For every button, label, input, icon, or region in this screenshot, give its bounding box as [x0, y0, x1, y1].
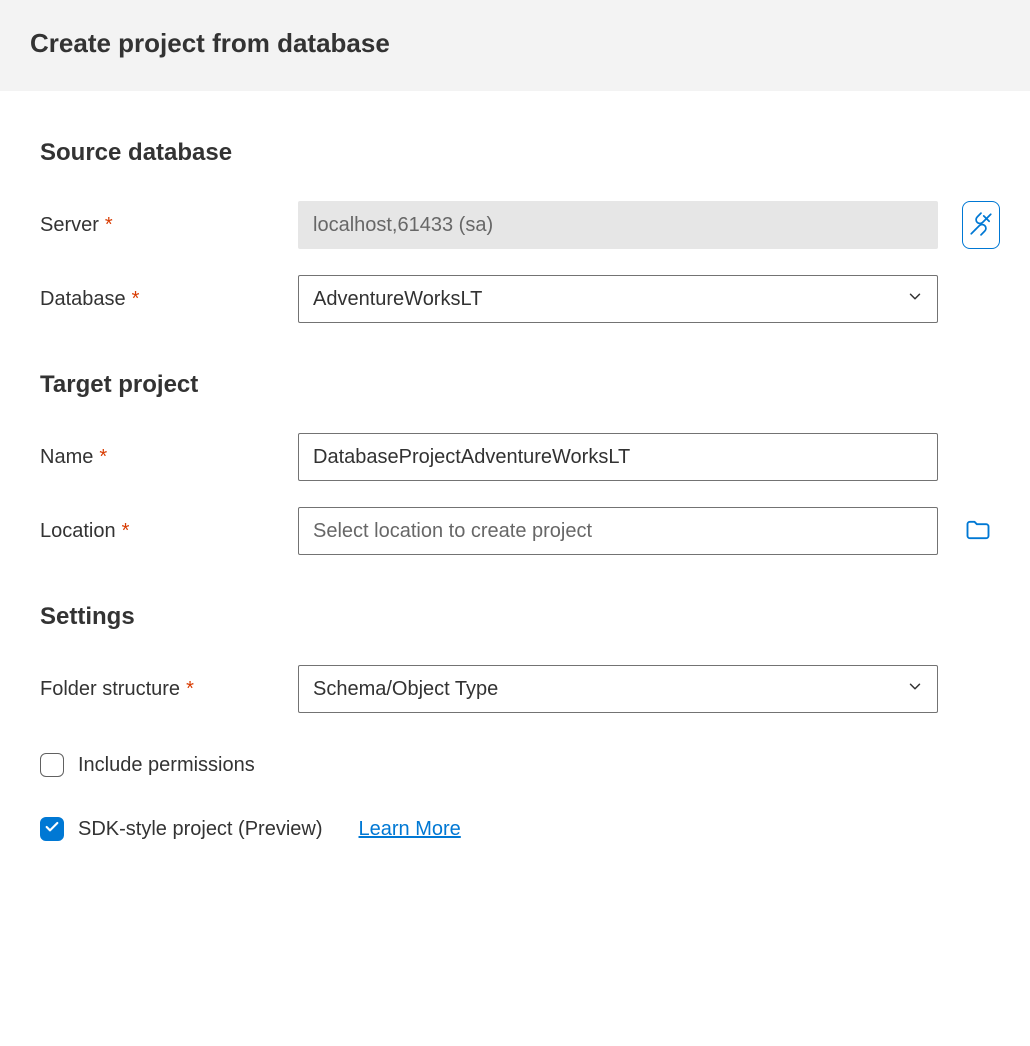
- sdk-style-checkbox[interactable]: [40, 817, 64, 841]
- label-name: Name*: [40, 446, 288, 469]
- database-select[interactable]: AdventureWorksLT: [298, 275, 938, 323]
- browse-location-button[interactable]: [956, 507, 1000, 555]
- dialog-title: Create project from database: [30, 28, 1000, 59]
- label-folder-structure: Folder structure*: [40, 678, 288, 701]
- section-title-source: Source database: [40, 139, 1000, 167]
- label-location: Location*: [40, 520, 288, 543]
- location-input[interactable]: [298, 507, 938, 555]
- section-title-settings: Settings: [40, 603, 1000, 631]
- field-location: [298, 507, 938, 555]
- check-icon: [44, 819, 60, 840]
- required-marker: *: [132, 288, 140, 310]
- include-permissions-label: Include permissions: [78, 754, 255, 777]
- folder-icon: [964, 516, 992, 547]
- row-include-permissions: Include permissions: [40, 753, 1000, 777]
- required-marker: *: [122, 520, 130, 542]
- label-server: Server*: [40, 214, 288, 237]
- field-name: [298, 433, 938, 481]
- row-sdk-style: SDK-style project (Preview) Learn More: [40, 817, 1000, 841]
- name-input[interactable]: [298, 433, 938, 481]
- field-folder-structure: Schema/Object Type: [298, 665, 938, 713]
- required-marker: *: [105, 214, 113, 236]
- dialog-body: Source database Server* Database*: [0, 91, 1030, 871]
- required-marker: *: [186, 678, 194, 700]
- sdk-style-label: SDK-style project (Preview): [78, 818, 323, 841]
- dialog-header: Create project from database: [0, 0, 1030, 91]
- required-marker: *: [99, 446, 107, 468]
- row-database: Database* AdventureWorksLT: [40, 275, 1000, 323]
- plug-icon: [968, 211, 994, 240]
- row-folder-structure: Folder structure* Schema/Object Type: [40, 665, 1000, 713]
- row-server: Server*: [40, 201, 1000, 249]
- server-input: [298, 201, 938, 249]
- field-server: [298, 201, 938, 249]
- row-name: Name*: [40, 433, 1000, 481]
- field-database: AdventureWorksLT: [298, 275, 938, 323]
- include-permissions-checkbox[interactable]: [40, 753, 64, 777]
- label-database: Database*: [40, 288, 288, 311]
- section-title-target: Target project: [40, 371, 1000, 399]
- connect-button[interactable]: [962, 201, 1000, 249]
- learn-more-link[interactable]: Learn More: [359, 818, 461, 841]
- folder-structure-select[interactable]: Schema/Object Type: [298, 665, 938, 713]
- row-location: Location*: [40, 507, 1000, 555]
